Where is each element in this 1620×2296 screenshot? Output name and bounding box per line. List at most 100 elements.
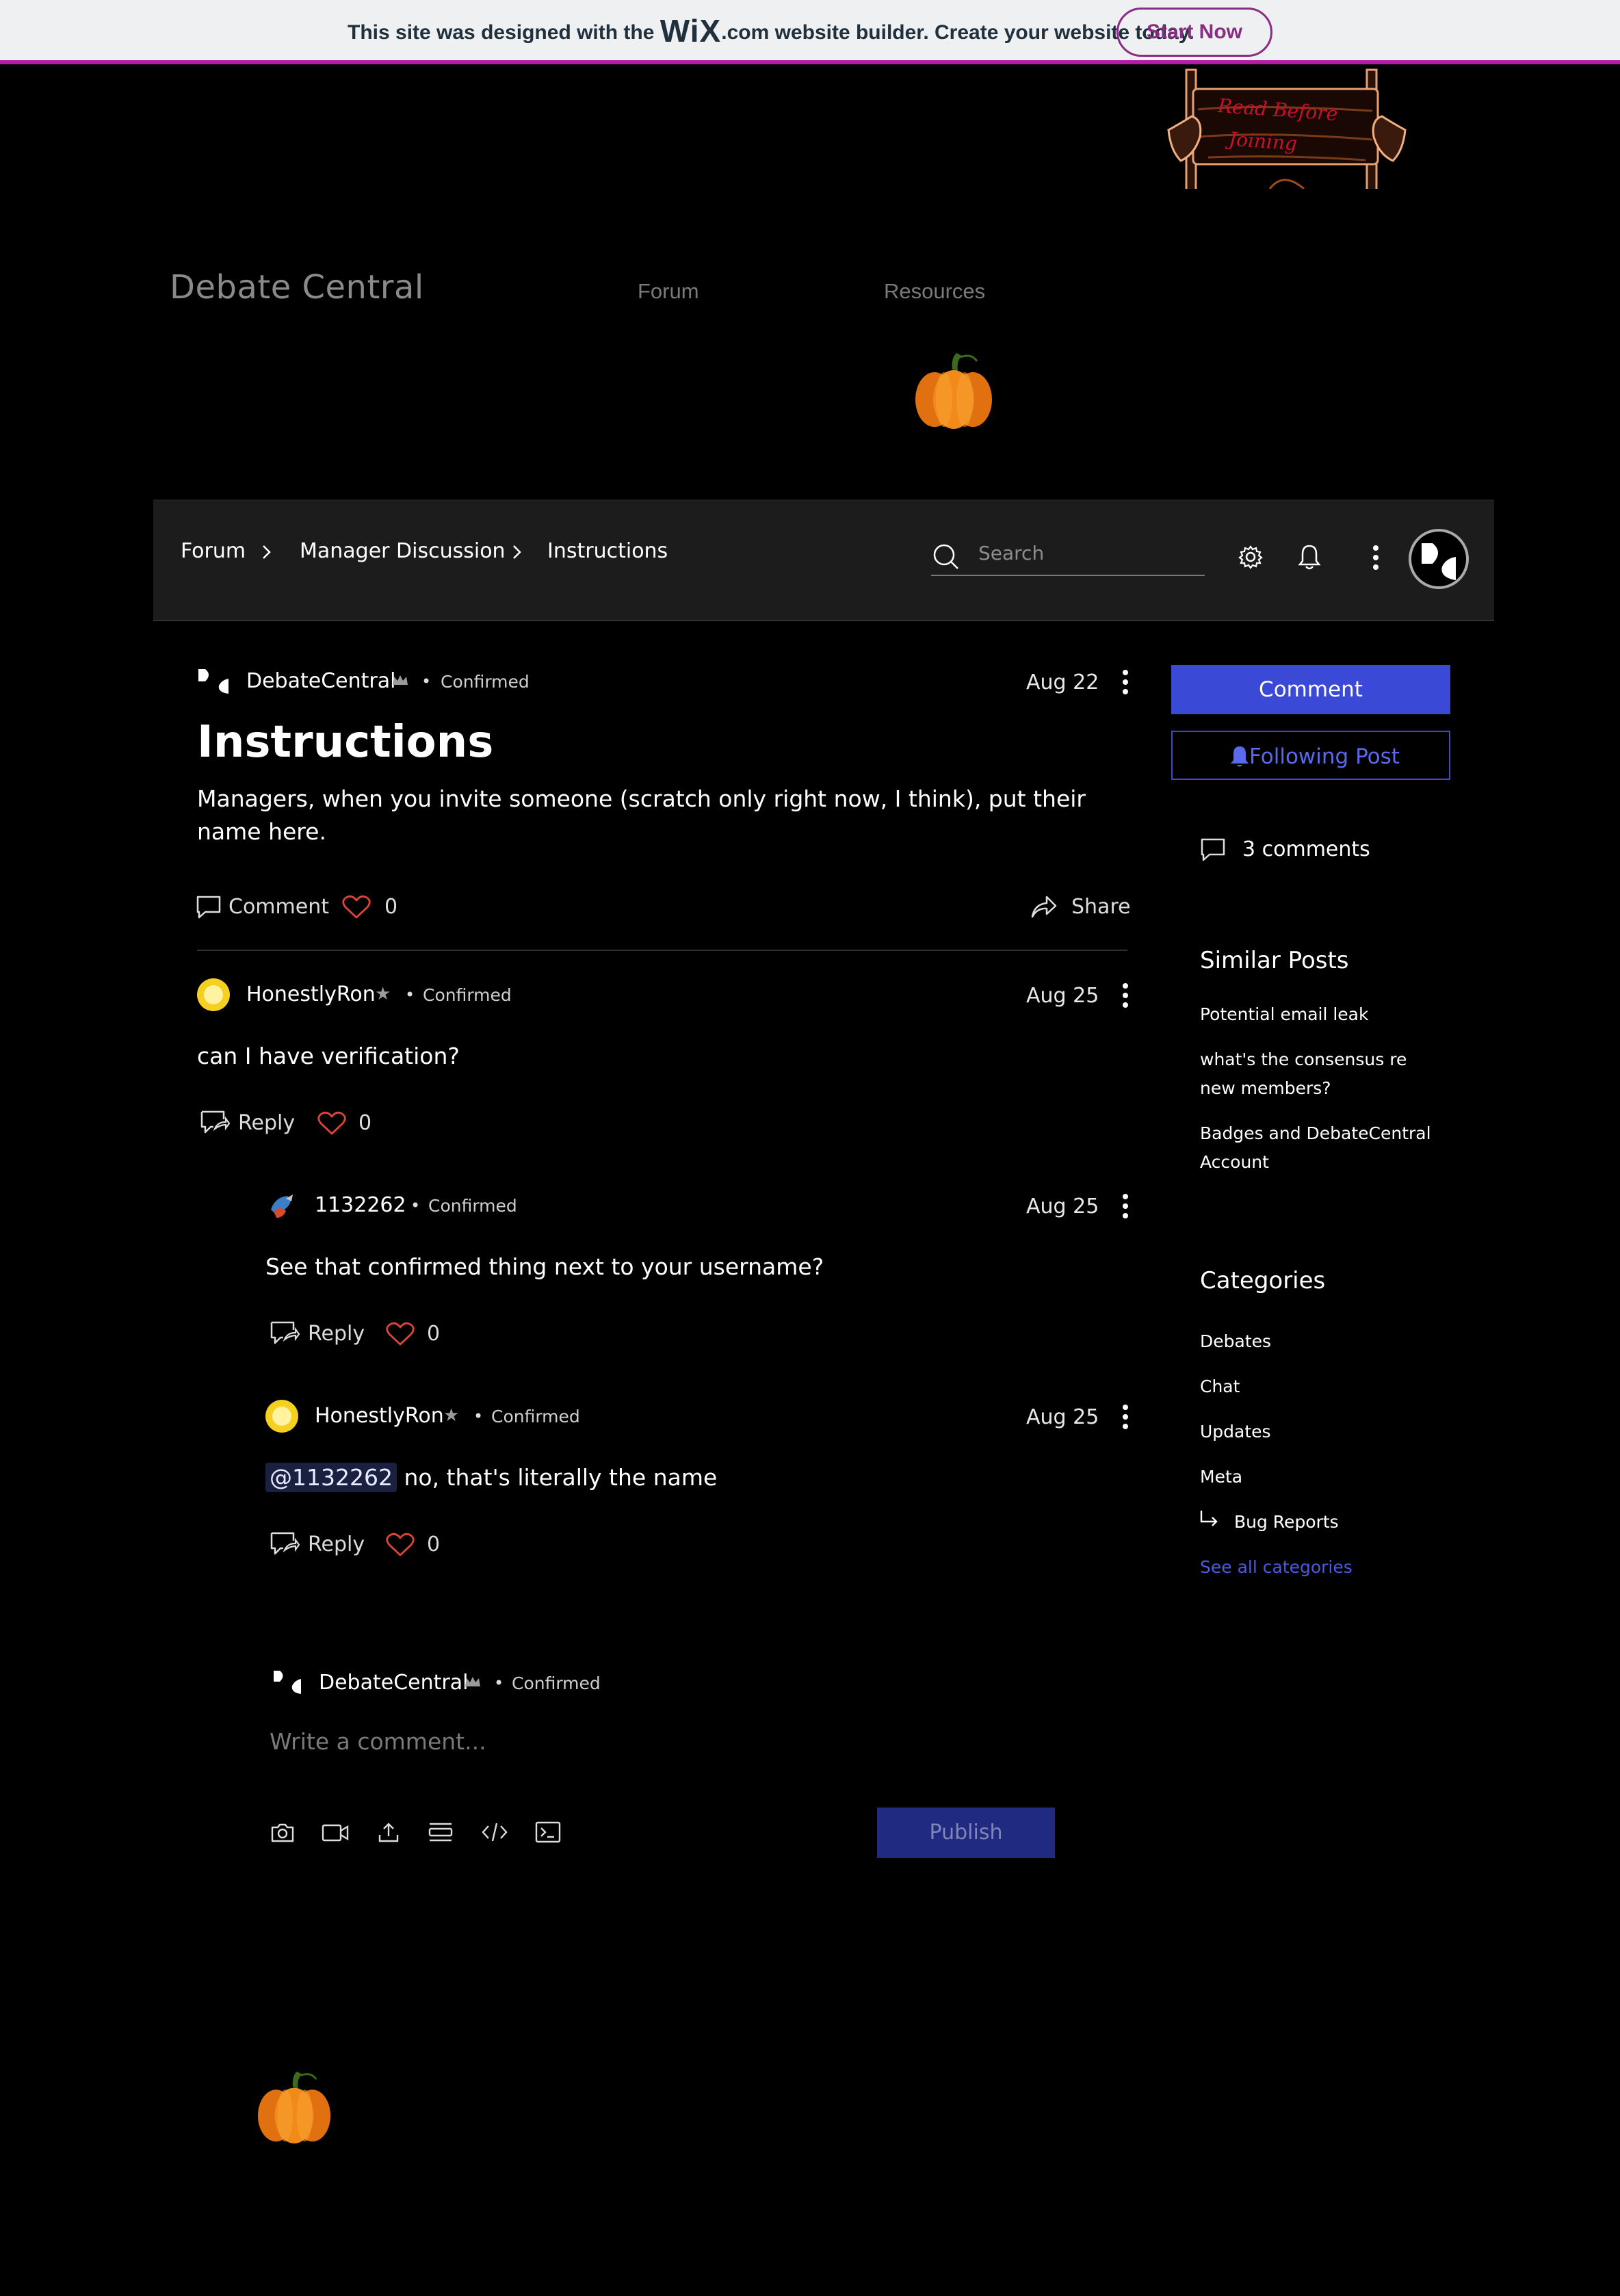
reply-button[interactable]: Reply [308, 1532, 365, 1556]
chevron-right-icon [512, 542, 523, 562]
category-meta[interactable]: Meta [1200, 1463, 1446, 1491]
separator-dot: • [494, 1673, 504, 1693]
start-now-button[interactable]: Start Now [1116, 8, 1272, 57]
commenter-avatar[interactable] [197, 978, 230, 1011]
post-date: Aug 22 [1026, 670, 1099, 694]
divider-insert-icon[interactable] [428, 1823, 453, 1842]
user-mention[interactable]: @1132262 [265, 1463, 397, 1492]
reply-icon[interactable] [270, 1320, 300, 1345]
see-all-categories-link[interactable]: See all categories [1200, 1553, 1446, 1582]
following-post-label: Following Post [1249, 744, 1400, 769]
comment-author-name[interactable]: HonestlyRon [246, 982, 376, 1006]
post-share-action[interactable]: Share [1071, 895, 1131, 919]
confirmed-badge: Confirmed [512, 1673, 601, 1693]
like-heart-icon[interactable] [386, 1322, 415, 1346]
comment-more-icon[interactable] [1122, 982, 1128, 1008]
comment-body: See that confirmed thing next to your us… [265, 1253, 824, 1280]
reply-button[interactable]: Reply [238, 1111, 295, 1135]
post-like-count: 0 [384, 895, 398, 919]
confirmed-badge: Confirmed [428, 1196, 517, 1216]
category-bug-reports[interactable]: Bug Reports [1234, 1508, 1480, 1537]
share-icon[interactable] [1030, 893, 1058, 919]
comment-author-name[interactable]: 1132262 [315, 1193, 406, 1217]
upload-icon[interactable] [378, 1821, 400, 1843]
search-icon [932, 543, 960, 571]
comment-input[interactable]: Write a comment... [270, 1728, 486, 1755]
breadcrumb-manager-discussion[interactable]: Manager Discussion [300, 539, 506, 563]
wix-promo-banner: This site was designed with the WiX.com … [0, 0, 1620, 64]
similar-posts-heading: Similar Posts [1200, 947, 1349, 974]
crown-icon [464, 1675, 482, 1688]
post-more-icon[interactable] [1122, 669, 1128, 695]
like-heart-icon[interactable] [386, 1532, 415, 1557]
comment-more-icon[interactable] [1122, 1404, 1128, 1430]
sign-text-line2: Joining [1227, 127, 1298, 155]
nav-forum[interactable]: Forum [638, 279, 699, 304]
category-updates[interactable]: Updates [1200, 1418, 1446, 1446]
separator-dot: • [410, 1196, 421, 1215]
comment-more-icon[interactable] [1122, 1193, 1128, 1219]
publish-button[interactable]: Publish [877, 1808, 1055, 1858]
author-avatar[interactable] [197, 668, 230, 695]
breadcrumb-forum[interactable]: Forum [181, 539, 246, 563]
comment-date: Aug 25 [1026, 1195, 1099, 1218]
comment-author-name[interactable]: HonestlyRon [315, 1404, 444, 1428]
pumpkin-icon [914, 352, 993, 430]
nav-resources[interactable]: Resources [884, 279, 985, 304]
confirmed-badge: Confirmed [441, 672, 530, 692]
search-box[interactable] [931, 531, 1205, 576]
comment-count: 3 comments [1242, 837, 1370, 861]
categories-heading: Categories [1200, 1267, 1326, 1294]
comment-bubble-icon[interactable] [196, 895, 222, 919]
comment-date: Aug 25 [1026, 1405, 1099, 1429]
user-avatar[interactable] [1408, 528, 1469, 590]
separator-dot: • [473, 1407, 484, 1426]
similar-post-link[interactable]: what's the consensus re new members? [1200, 1045, 1446, 1103]
category-debates[interactable]: Debates [1200, 1327, 1446, 1356]
confirmed-badge: Confirmed [491, 1407, 580, 1426]
commenter-avatar[interactable] [265, 1400, 298, 1433]
comment-count-icon [1200, 837, 1226, 862]
forum-toolbar: Forum Manager Discussion Instructions [153, 499, 1494, 621]
comment-body: can I have verification? [197, 1043, 460, 1069]
settings-gear-icon[interactable] [1238, 545, 1263, 569]
separator-dot: • [405, 985, 415, 1004]
similar-post-link[interactable]: Potential email leak [1200, 1000, 1446, 1029]
code-icon[interactable] [482, 1821, 508, 1843]
comment-like-count: 0 [427, 1532, 441, 1556]
comment-like-count: 0 [427, 1322, 441, 1346]
notifications-bell-icon[interactable] [1297, 543, 1322, 571]
separator-dot: • [421, 672, 432, 691]
star-icon: ★ [443, 1405, 460, 1426]
subcategory-arrow-icon [1199, 1509, 1220, 1528]
comment-body-text: no, that's literally the name [396, 1464, 718, 1491]
terminal-icon[interactable] [535, 1821, 561, 1843]
commenter-avatar[interactable] [265, 1190, 298, 1223]
reply-icon[interactable] [270, 1531, 300, 1556]
video-icon[interactable] [322, 1824, 349, 1842]
chevron-right-icon [261, 542, 272, 562]
editor-author-avatar [272, 1669, 302, 1695]
like-heart-icon[interactable] [342, 895, 371, 919]
sidebar-comment-button[interactable]: Comment [1171, 665, 1450, 714]
search-input[interactable] [978, 539, 1197, 566]
post-comment-action[interactable]: Comment [228, 895, 329, 919]
comment-like-count: 0 [358, 1111, 372, 1135]
category-chat[interactable]: Chat [1200, 1372, 1446, 1401]
comment-date: Aug 25 [1026, 984, 1099, 1008]
post-author-name[interactable]: DebateCentral [246, 669, 395, 693]
editor-author-name: DebateCentral [319, 1671, 469, 1695]
reply-button[interactable]: Reply [308, 1322, 365, 1346]
post-title: Instructions [197, 717, 494, 768]
star-icon: ★ [375, 984, 391, 1004]
following-post-button[interactable]: Following Post [1171, 731, 1450, 780]
reply-icon[interactable] [200, 1110, 230, 1134]
more-options-icon[interactable] [1372, 545, 1379, 571]
camera-icon[interactable] [271, 1823, 294, 1843]
similar-post-link[interactable]: Badges and DebateCentral Account [1200, 1119, 1446, 1177]
like-heart-icon[interactable] [317, 1111, 346, 1136]
site-title[interactable]: Debate Central [170, 268, 424, 306]
breadcrumb-instructions[interactable]: Instructions [547, 539, 668, 563]
read-before-joining-sign: Read Before Joining [1167, 68, 1407, 189]
wix-logo: WiX [659, 13, 722, 49]
